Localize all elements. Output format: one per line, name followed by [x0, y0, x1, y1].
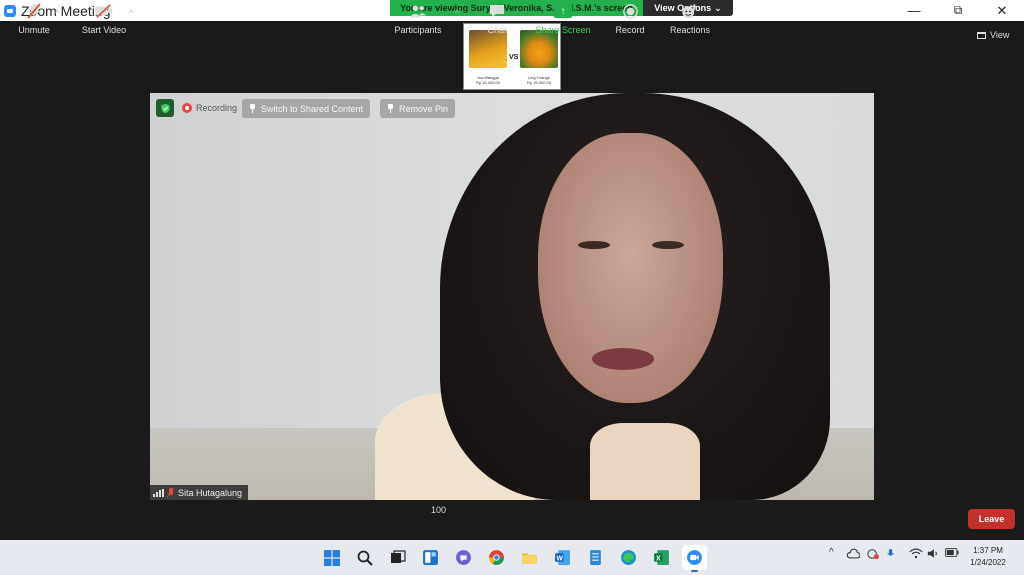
reactions-button[interactable]: Reactions — [668, 0, 712, 40]
video-right-eye — [652, 241, 684, 249]
minimize-button[interactable]: — — [892, 0, 936, 21]
chat-label: Chat — [487, 25, 507, 35]
participants-icon — [409, 2, 427, 20]
teams-chat-icon[interactable] — [451, 545, 476, 570]
switch-to-shared-content-button[interactable]: Switch to Shared Content — [242, 99, 371, 118]
share-screen-label: Share Screen — [535, 25, 591, 35]
participant-name: Sita Hutagalung — [178, 487, 243, 498]
unmute-button[interactable]: Unmute — [14, 0, 54, 40]
start-video-button[interactable]: Start Video — [78, 0, 130, 40]
remove-pin-label: Remove Pin — [399, 103, 449, 114]
participant-name-tag: Sita Hutagalung — [150, 485, 249, 500]
recording-label: Recording — [196, 103, 238, 113]
clock-date: 1/24/2022 — [970, 558, 1006, 567]
volume-icon[interactable] — [927, 548, 939, 562]
share-screen-button[interactable]: ↑ Share Screen — [534, 0, 592, 40]
search-icon[interactable] — [352, 545, 377, 570]
video-lips — [592, 348, 654, 370]
left-product-caption: Jus Mangga Rp 15.000,00 — [475, 75, 501, 85]
meeting-toolbar — [0, 500, 1024, 540]
audio-options-caret[interactable]: ^ — [55, 8, 59, 18]
right-product-caption: Ling Orange Rp 15.000,00 — [526, 75, 552, 85]
signal-strength-icon — [153, 488, 164, 497]
share-screen-icon: ↑ — [554, 2, 572, 20]
zoom-tray-icon[interactable] — [866, 548, 880, 563]
start-video-label: Start Video — [81, 25, 127, 35]
chevron-down-icon: ⌄ — [714, 2, 722, 13]
chat-button[interactable]: Chat — [480, 0, 514, 40]
pin-icon — [387, 104, 394, 113]
reactions-label: Reactions — [669, 25, 711, 35]
svg-text:W: W — [556, 555, 563, 562]
participants-label: Participants — [394, 25, 442, 35]
file-explorer-icon[interactable] — [517, 545, 542, 570]
record-button[interactable]: Record — [612, 0, 648, 40]
task-view-icon[interactable] — [385, 545, 410, 570]
video-neck — [590, 423, 700, 500]
participant-video[interactable] — [150, 93, 874, 500]
participants-count: 100 — [431, 505, 447, 515]
taskbar-clock[interactable]: 1:37 PM 1/24/2022 — [960, 545, 1016, 569]
word-icon[interactable]: W — [550, 545, 575, 570]
view-button[interactable]: View — [977, 26, 1019, 44]
zoom-taskbar-icon[interactable] — [682, 545, 707, 572]
excel-icon[interactable]: X — [649, 545, 674, 570]
chrome-icon[interactable] — [484, 545, 509, 570]
recording-indicator: Recording — [182, 101, 237, 115]
record-label: Record — [615, 25, 645, 35]
unmute-label: Unmute — [18, 25, 50, 35]
widgets-icon[interactable] — [418, 545, 443, 570]
windows-start-icon[interactable] — [319, 545, 344, 570]
video-options-caret[interactable]: ^ — [129, 8, 133, 18]
participants-button[interactable]: Participants — [392, 0, 444, 40]
remove-pin-button[interactable]: Remove Pin — [380, 99, 456, 118]
participants-options-caret[interactable]: ^ — [455, 8, 459, 18]
security-shield-icon[interactable] — [156, 99, 174, 117]
microphone-tray-icon[interactable] — [886, 548, 896, 563]
close-button[interactable]: ✕ — [980, 0, 1024, 21]
clock-time: 1:37 PM — [973, 546, 1003, 555]
restore-button[interactable]: ⧉ — [936, 0, 980, 21]
smiley-plus-icon — [681, 2, 699, 20]
tray-overflow-caret[interactable]: ^ — [829, 547, 834, 558]
video-off-icon — [95, 2, 113, 20]
microphone-muted-icon — [25, 2, 43, 20]
pin-icon — [249, 104, 256, 113]
record-icon — [182, 103, 192, 113]
edge-icon[interactable] — [616, 545, 641, 570]
leave-button[interactable]: Leave — [968, 509, 1015, 529]
video-left-eye — [578, 241, 610, 249]
gallery-view-icon — [977, 31, 986, 39]
muted-mic-icon — [168, 488, 174, 497]
shield-check-icon — [160, 103, 170, 113]
battery-icon[interactable] — [945, 548, 959, 560]
vs-label: VS — [509, 54, 519, 61]
chat-icon — [488, 2, 506, 20]
switch-label: Switch to Shared Content — [261, 103, 364, 114]
notepad-icon[interactable] — [583, 545, 608, 570]
view-button-label: View — [990, 30, 1010, 40]
record-icon — [621, 2, 639, 20]
svg-text:X: X — [656, 555, 661, 562]
wifi-icon[interactable] — [909, 548, 923, 562]
onedrive-icon[interactable] — [846, 548, 861, 562]
